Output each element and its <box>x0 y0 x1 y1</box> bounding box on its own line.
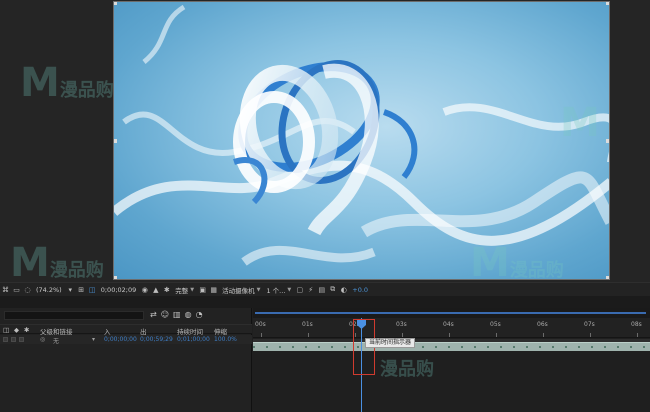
ruler-tick-label: 03s <box>396 321 407 328</box>
chevron-down-icon[interactable]: ▾ <box>92 336 95 343</box>
navigator-bar[interactable] <box>255 312 646 314</box>
chevron-down-icon: ▼ <box>190 286 195 293</box>
camera-label: 活动摄像机 <box>222 286 255 295</box>
resize-handle[interactable] <box>606 2 609 5</box>
timeline-panel: ⇄ ☺ ▥ ◍ ◔ ◫ ◆ ✱ 父级和链接 入 出 持续时间 伸缩 ◎ 无 ▾ … <box>0 308 650 412</box>
resolution-label: 完整 <box>175 286 189 295</box>
solo-toggle[interactable] <box>19 337 24 342</box>
shy-icon[interactable]: ☺ <box>161 310 169 319</box>
monitor-icon[interactable]: ▭ <box>12 285 21 294</box>
fast-preview-icon[interactable]: ⚡ <box>306 285 315 294</box>
exposure-icon[interactable]: ◐ <box>339 285 348 294</box>
always-preview-icon[interactable]: ⌘ <box>1 285 10 294</box>
ruler-tick <box>496 333 497 337</box>
mask-icon[interactable]: ◌ <box>23 285 32 294</box>
toggle-pixel-icon[interactable]: ▢ <box>295 285 304 294</box>
label-icon[interactable]: ◆ <box>14 326 19 334</box>
frame-blending-icon[interactable]: ▥ <box>173 310 181 319</box>
snapshot-icon[interactable]: ◉ <box>140 285 149 294</box>
ruler-tick-label: 08s <box>631 321 642 328</box>
ruler-tick <box>308 333 309 337</box>
ruler-tick <box>543 333 544 337</box>
resize-handle[interactable] <box>114 2 117 5</box>
layer-duration-bar[interactable] <box>253 342 650 351</box>
duration-value[interactable]: 0;01;00;00 <box>177 336 210 343</box>
ruler-tick <box>449 333 450 337</box>
in-point-value[interactable]: 0;00;00;00 <box>104 336 137 343</box>
stretch-value[interactable]: 100.0% <box>214 336 237 343</box>
chevron-down-icon: ▼ <box>287 286 292 293</box>
abstract-artwork <box>114 4 609 266</box>
exposure-value[interactable]: +0.0 <box>352 286 368 294</box>
time-ruler[interactable]: 00s 01s 02s 03s 04s 05s 06s 07s 08s <box>253 318 650 338</box>
camera-select[interactable]: 活动摄像机 ▼ <box>222 285 260 295</box>
time-graph: 00s 01s 02s 03s 04s 05s 06s 07s 08s 当前时间指示器 <box>253 308 650 412</box>
resize-handle[interactable] <box>606 139 609 143</box>
pick-whip-icon[interactable]: ◎ <box>40 336 45 343</box>
dropdown-icon[interactable]: ▾ <box>66 285 75 294</box>
show-snapshot-icon[interactable]: ▲ <box>151 285 160 294</box>
chevron-down-icon: ▼ <box>256 286 261 293</box>
resolution-select[interactable]: 完整 ▼ <box>175 285 194 295</box>
zoom-level[interactable]: (74.2%) <box>36 286 62 294</box>
ruler-tick-label: 05s <box>490 321 501 328</box>
ruler-tick-label: 04s <box>443 321 454 328</box>
color-channel-icon[interactable]: ✱ <box>162 285 171 294</box>
layer-row[interactable]: ◎ 无 ▾ 0;00;00;00 0;00;59;29 0;01;00;00 1… <box>0 335 252 345</box>
audio-toggle[interactable] <box>11 337 16 342</box>
current-time-display[interactable]: 0;00;02;09 <box>101 286 137 294</box>
ruler-tick-label: 06s <box>537 321 548 328</box>
layer-panel: ⇄ ☺ ▥ ◍ ◔ ◫ ◆ ✱ 父级和链接 入 出 持续时间 伸缩 ◎ 无 ▾ … <box>0 308 252 412</box>
region-of-interest-icon[interactable]: ▣ <box>198 285 207 294</box>
views-label: 1 个... <box>266 286 286 295</box>
parent-value[interactable]: 无 <box>53 336 59 345</box>
ruler-tick-label: 00s <box>255 321 266 328</box>
viewer-toolbar: ⌘ ▭ ◌ (74.2%) ▾ ⊞ ◫ 0;00;02;09 ◉ ▲ ✱ 完整 ▼… <box>0 282 650 296</box>
panel-divider <box>0 296 650 308</box>
resize-handle[interactable] <box>606 276 609 279</box>
ruler-tick-label: 07s <box>584 321 595 328</box>
motion-blur-icon[interactable]: ◍ <box>185 310 192 319</box>
resize-handle[interactable] <box>114 276 117 279</box>
tooltip: 当前时间指示器 <box>365 338 416 348</box>
safe-margins-icon[interactable]: ◫ <box>88 285 97 294</box>
timeline-switches: ⇄ ☺ ▥ ◍ ◔ <box>150 310 203 319</box>
column-header: ◫ ◆ ✱ 父级和链接 入 出 持续时间 伸缩 <box>0 324 252 336</box>
composition-viewer <box>0 0 650 282</box>
ruler-tick <box>637 333 638 337</box>
grid-icon[interactable]: ⊞ <box>77 285 86 294</box>
views-select[interactable]: 1 个... ▼ <box>266 285 291 295</box>
out-point-value[interactable]: 0;00;59;29 <box>140 336 173 343</box>
timeline-icon[interactable]: ▤ <box>317 285 326 294</box>
switch-icon[interactable]: ✱ <box>24 326 29 334</box>
ruler-tick <box>261 333 262 337</box>
time-navigator[interactable] <box>253 308 650 318</box>
lock-icon[interactable]: ◫ <box>3 326 9 334</box>
keyframe-markers <box>253 346 650 348</box>
transparency-grid-icon[interactable]: ▦ <box>209 285 218 294</box>
resize-handle[interactable] <box>114 139 117 143</box>
graph-editor-icon[interactable]: ◔ <box>196 310 203 319</box>
ruler-tick <box>402 333 403 337</box>
ruler-tick-label: 01s <box>302 321 313 328</box>
composition-preview[interactable] <box>113 1 610 280</box>
ruler-tick <box>590 333 591 337</box>
flowchart-icon[interactable]: ⧉ <box>328 285 337 294</box>
visibility-toggle[interactable] <box>3 337 8 342</box>
timeline-search-input[interactable] <box>4 311 144 320</box>
comp-mini-flowchart-icon[interactable]: ⇄ <box>150 310 157 319</box>
